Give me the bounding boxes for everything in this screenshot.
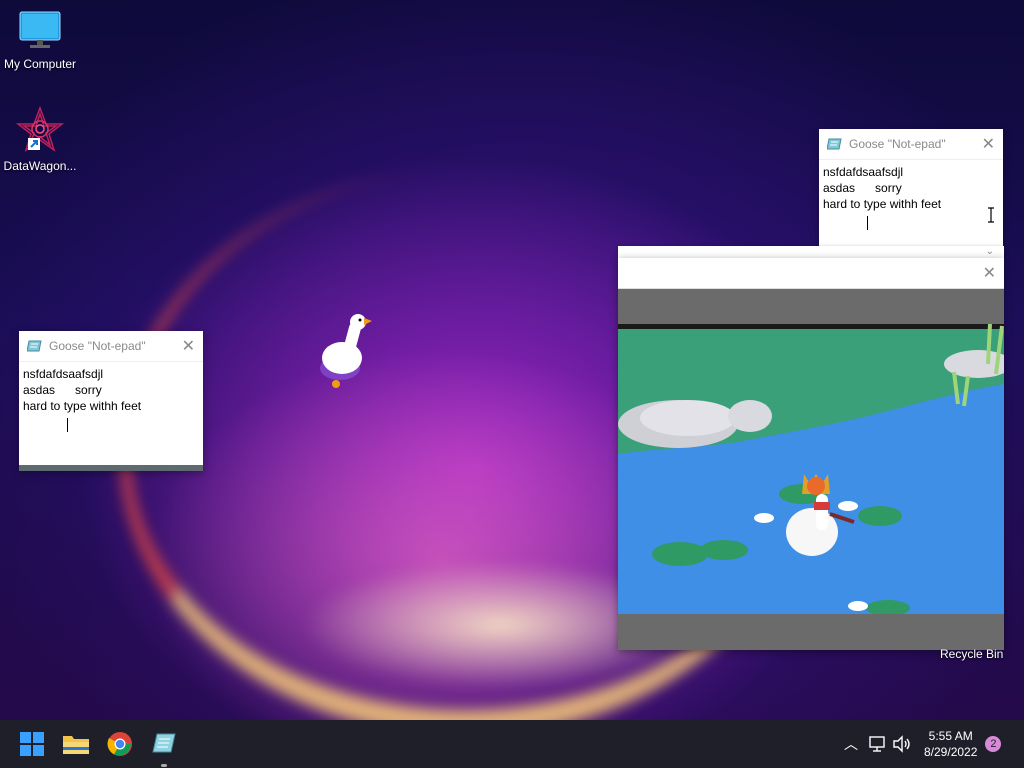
- notepad-icon: [827, 138, 842, 150]
- notepad-window-right[interactable]: Goose "Not-epad" ✕ nsfdafdsaafsdjl asdas…: [819, 129, 1003, 247]
- desktop-icon-label: My Computer: [3, 57, 77, 71]
- notepad-text-area[interactable]: nsfdafdsaafsdjl asdas sorry hard to type…: [19, 362, 203, 418]
- text-line: asdas sorry: [823, 181, 902, 195]
- file-explorer-button[interactable]: [60, 728, 92, 760]
- desktop-icon-label: DataWagon...: [3, 159, 77, 173]
- text-line: nsfdafdsaafsdjl: [23, 367, 104, 381]
- game-window[interactable]: ✕: [618, 258, 1004, 650]
- notification-badge[interactable]: 2: [985, 736, 1002, 752]
- desktop-background: My Computer DataWagon... Goose "Not-epad…: [0, 0, 1024, 720]
- chrome-icon: [107, 732, 132, 756]
- close-icon[interactable]: ✕: [182, 336, 195, 356]
- volume-icon[interactable]: [892, 735, 912, 753]
- desktop-icon-recycle-bin[interactable]: Recycle Bin: [940, 647, 1003, 661]
- notepad-taskbar-button[interactable]: [148, 728, 180, 767]
- notepad-text-area[interactable]: nsfdafdsaafsdjl asdas sorry hard to type…: [819, 160, 1003, 216]
- clock-date: 8/29/2022: [924, 745, 978, 759]
- goose-sprite[interactable]: [318, 312, 374, 392]
- clock-time: 5:55 AM: [928, 729, 973, 743]
- notepad-titlebar[interactable]: Goose "Not-epad" ✕: [19, 331, 203, 362]
- recycle-bin-label: Recycle Bin: [940, 647, 1004, 661]
- text-line: hard to type withh feet: [823, 197, 942, 211]
- network-icon[interactable]: [868, 735, 888, 753]
- close-icon[interactable]: ✕: [983, 263, 996, 283]
- desktop-icon-datawagon[interactable]: DataWagon...: [0, 105, 80, 173]
- taskbar: ︿ 5:55 AM 8/29/2022 2: [0, 720, 1024, 768]
- datawagon-icon: [15, 105, 65, 152]
- monitor-icon: [19, 11, 61, 48]
- clock[interactable]: 5:55 AM 8/29/2022: [924, 728, 977, 760]
- notepad-titlebar[interactable]: Goose "Not-epad" ✕: [819, 129, 1003, 160]
- window-bottom-border: [19, 465, 203, 471]
- notepad-title: Goose "Not-epad": [49, 339, 146, 353]
- close-icon[interactable]: ✕: [982, 134, 995, 154]
- notepad-icon: [152, 733, 176, 753]
- notepad-window-left[interactable]: Goose "Not-epad" ✕ nsfdafdsaafsdjl asdas…: [19, 331, 203, 471]
- notepad-icon: [27, 340, 42, 352]
- start-icon: [20, 732, 44, 756]
- file-explorer-icon: [63, 736, 89, 754]
- text-line: asdas sorry: [23, 383, 102, 397]
- text-caret: [867, 216, 868, 230]
- chevron-down-icon[interactable]: ⌄: [986, 246, 994, 257]
- start-button[interactable]: [16, 728, 48, 760]
- text-line: nsfdafdsaafsdjl: [823, 165, 904, 179]
- text-caret: [67, 418, 68, 432]
- desktop-icon-my-computer[interactable]: My Computer: [0, 10, 80, 71]
- system-tray: ︿ 5:55 AM 8/29/2022 2: [840, 720, 1002, 768]
- notepad-title: Goose "Not-epad": [849, 137, 946, 151]
- text-cursor-icon: [988, 207, 994, 223]
- chrome-button[interactable]: [104, 728, 136, 760]
- game-titlebar[interactable]: ✕: [618, 258, 1004, 289]
- text-line: hard to type withh feet: [23, 399, 142, 413]
- chevron-up-icon[interactable]: ︿: [840, 734, 862, 754]
- running-indicator: [161, 764, 167, 767]
- game-scene: [618, 324, 1004, 614]
